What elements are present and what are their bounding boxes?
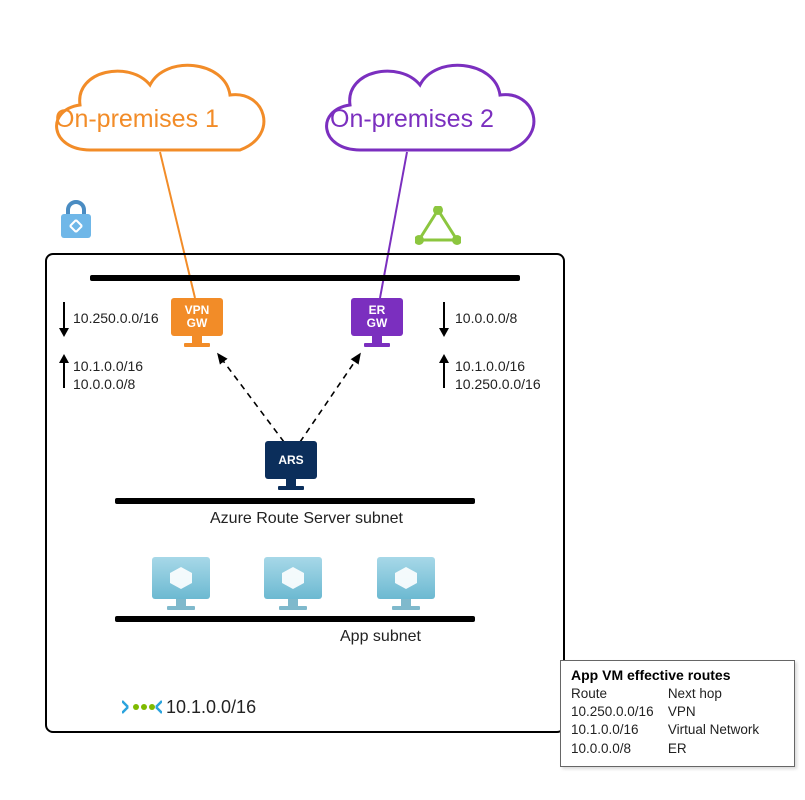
route-table-h2: Next hop (668, 685, 784, 703)
route-table: App VM effective routes Route Next hop 1… (560, 660, 795, 767)
route-table-row: 10.0.0.0/8 ER (571, 740, 784, 758)
diagram-canvas: On-premises 1 On-premises 2 VPN GW ER GW… (0, 0, 805, 800)
app-subnet-bar (115, 616, 475, 622)
app-vm-1 (150, 557, 212, 617)
app-vm-3 (375, 557, 437, 617)
ars-label: ARS (278, 454, 303, 467)
app-vm-2 (262, 557, 324, 617)
route-table-title: App VM effective routes (571, 667, 784, 683)
app-subnet-label: App subnet (340, 628, 421, 646)
route-table-row: 10.250.0.0/16 VPN (571, 703, 784, 721)
route-table-h1: Route (571, 685, 668, 703)
vnet-cidr: 10.1.0.0/16 (166, 697, 256, 718)
route-table-header: Route Next hop (571, 685, 784, 703)
ars-subnet-label: Azure Route Server subnet (210, 510, 403, 528)
vnet-icon (122, 694, 162, 720)
route-table-row: 10.1.0.0/16 Virtual Network (571, 721, 784, 739)
ars-subnet-bar (115, 498, 475, 504)
ars-icon: ARS (262, 441, 320, 499)
